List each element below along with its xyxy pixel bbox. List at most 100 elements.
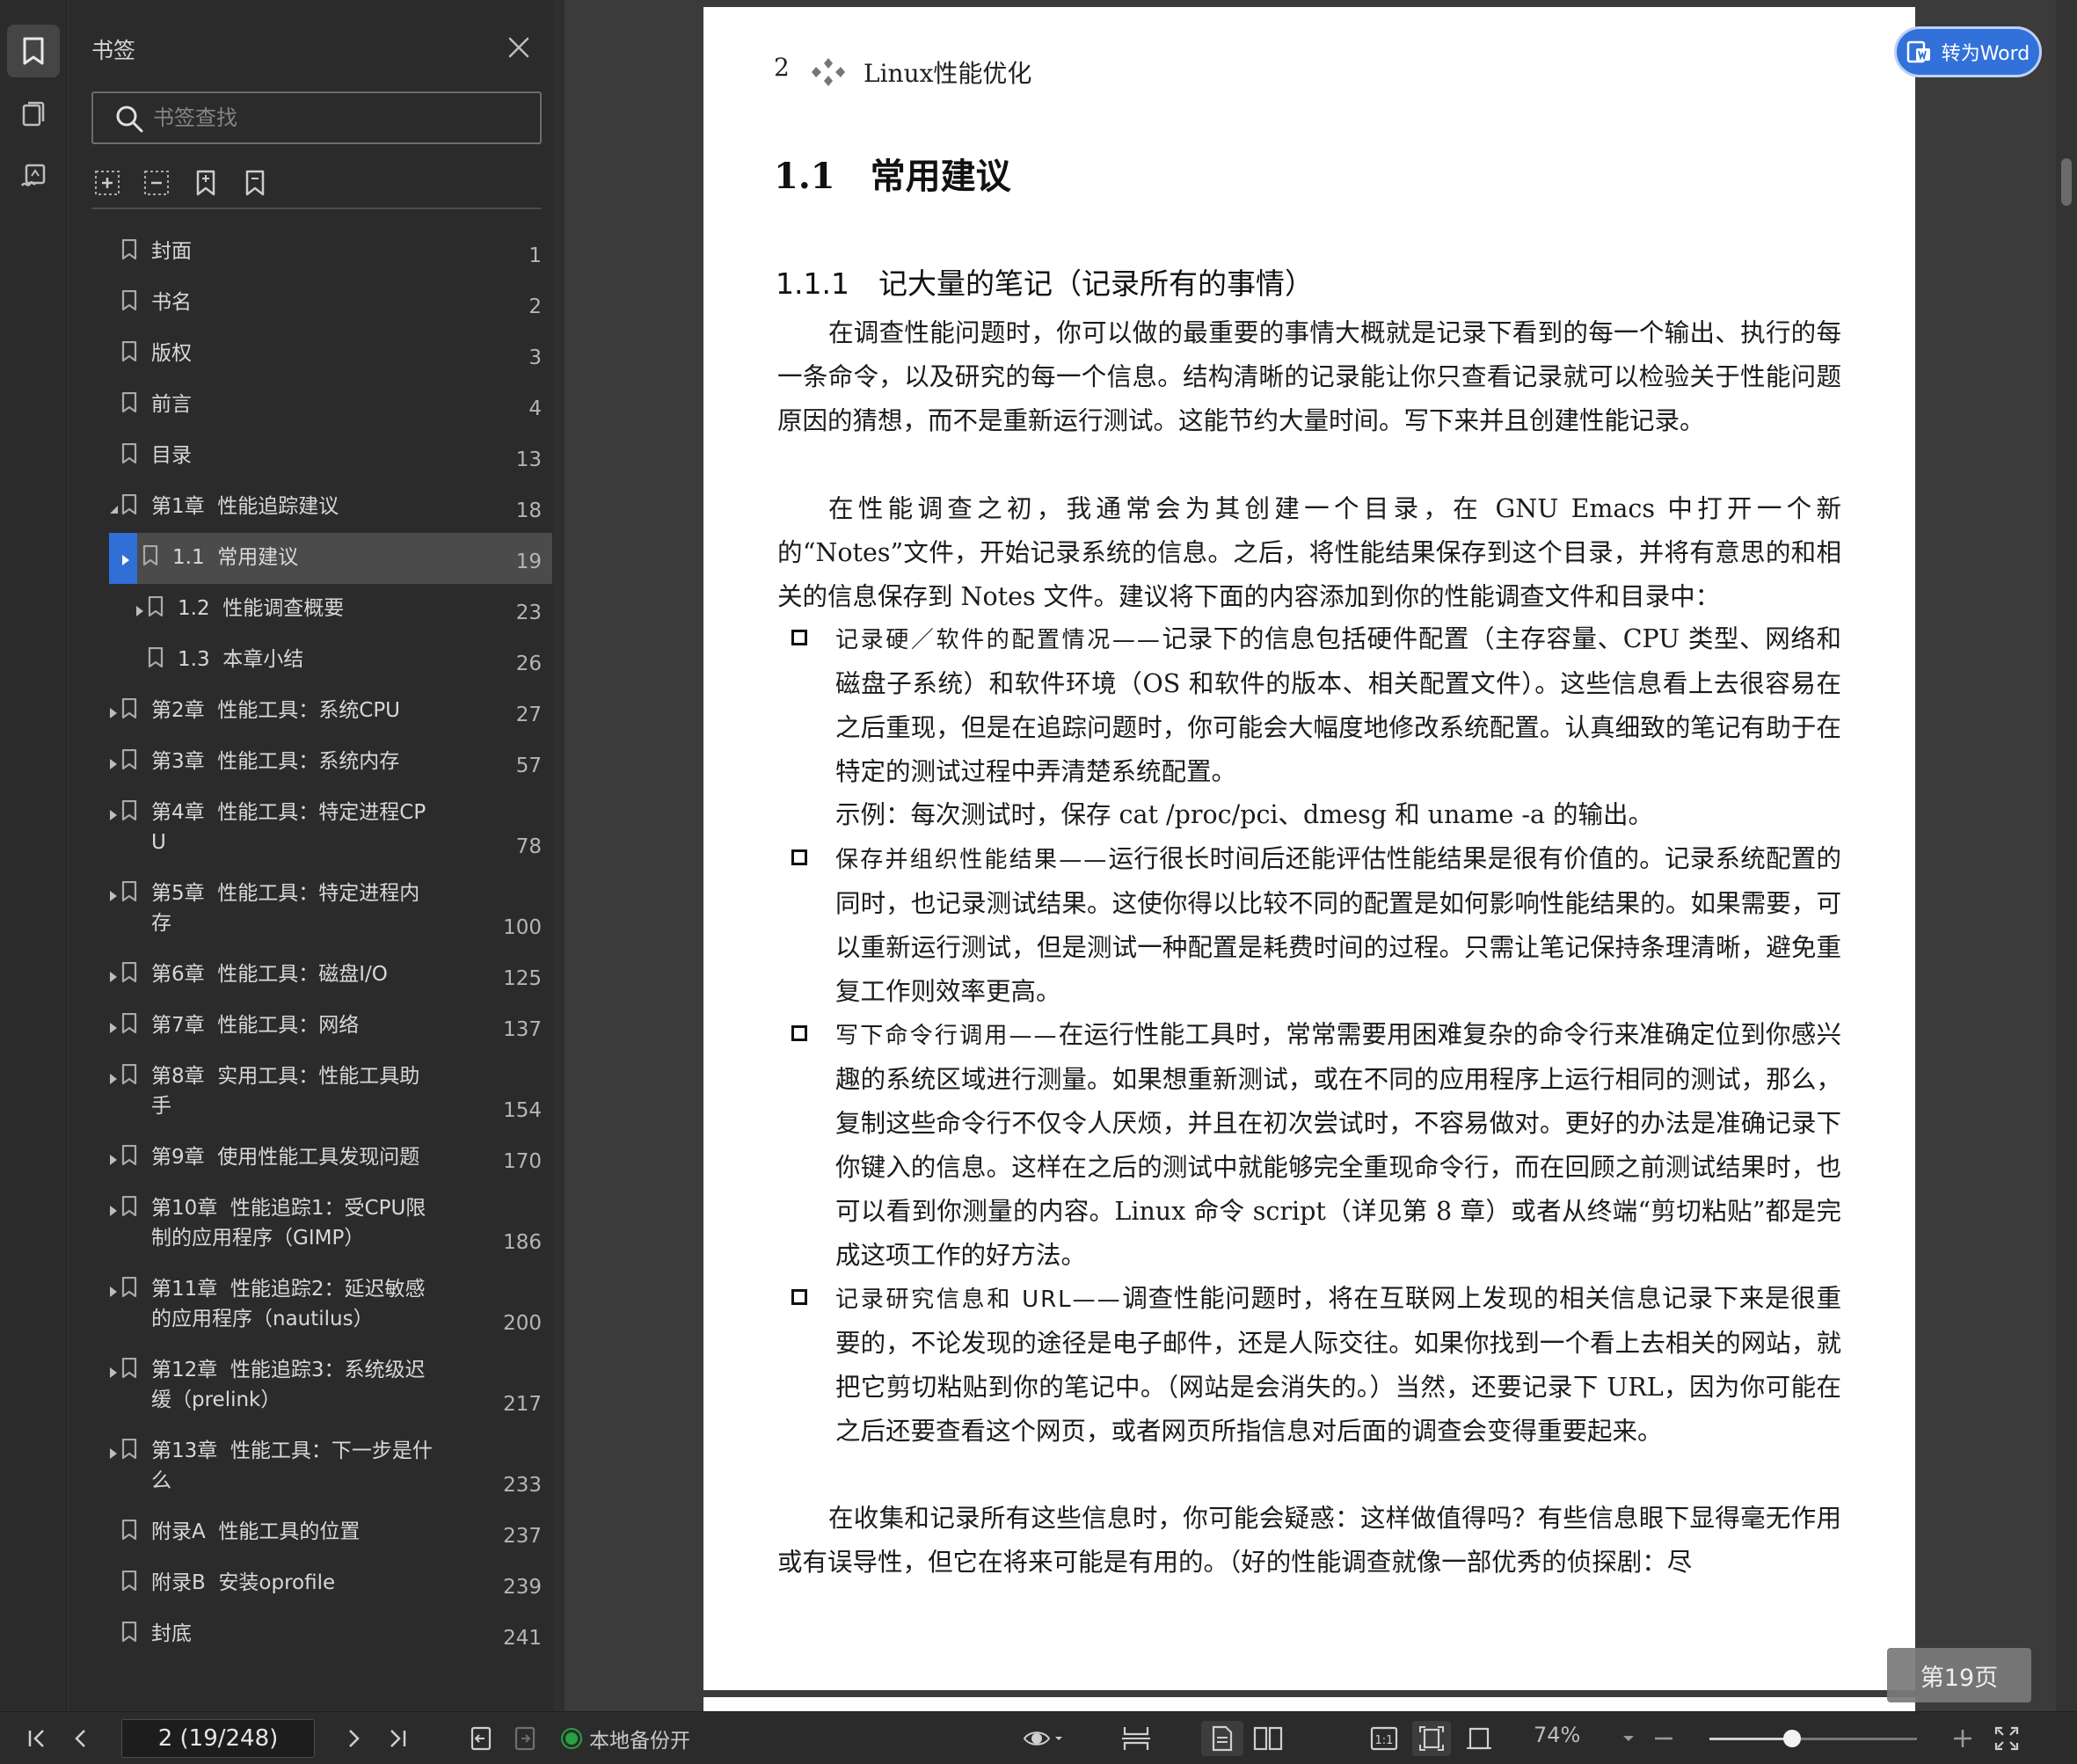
bookmark-icon — [121, 1621, 137, 1643]
previous-page-icon[interactable] — [63, 1721, 98, 1756]
bookmark-label: 第13章 性能工具：下一步是什 么 — [151, 1440, 433, 1492]
bookmarks-tab-icon[interactable] — [7, 25, 60, 77]
bookmark-item[interactable]: 第3章 性能工具：系统内存 57 — [69, 737, 552, 788]
zoom-in-icon[interactable] — [1945, 1721, 1980, 1756]
bookmark-item[interactable]: 第6章 性能工具：磁盘I/O 125 — [69, 950, 552, 1001]
bookmark-item[interactable]: 第11章 性能追踪2：延迟敏感 的应用程序（nautilus） 200 — [69, 1265, 552, 1345]
local-backup-status[interactable]: 本地备份开 — [563, 1724, 690, 1753]
bookmark-item[interactable]: 第4章 性能工具：特定进程CP U 78 — [69, 788, 552, 869]
bookmark-page-number: 27 — [515, 703, 542, 726]
fullscreen-icon[interactable] — [1989, 1721, 2024, 1756]
close-icon[interactable] — [505, 33, 533, 62]
fit-page-icon[interactable] — [1412, 1721, 1451, 1756]
bookmark-item[interactable]: 1.1 常用建议 19 — [109, 533, 552, 584]
paragraph-3: 在收集和记录所有这些信息时，你可能会疑惑：这样做值得吗？有些信息眼下显得毫无作用… — [777, 1504, 1841, 1577]
bookmark-item[interactable]: 第7章 性能工具：网络 137 — [69, 1001, 552, 1052]
bookmark-item[interactable]: 第13章 性能工具：下一步是什 么 233 — [69, 1426, 552, 1507]
bullet-2-lead: 保存并组织性能结果—— — [835, 847, 1109, 873]
next-page-icon[interactable] — [336, 1721, 371, 1756]
document-scrollbar[interactable] — [2056, 0, 2077, 1711]
expand-arrow-icon[interactable] — [120, 549, 132, 565]
expand-arrow-icon[interactable] — [107, 966, 120, 982]
expand-arrow-icon[interactable] — [107, 1442, 120, 1459]
expand-arrow-icon[interactable] — [107, 1068, 120, 1084]
bookmark-item[interactable]: 第12章 性能追踪3：系统级迟 缓（prelink） 217 — [69, 1345, 552, 1426]
zoom-level[interactable]: 74% — [1534, 1723, 1580, 1747]
go-forward-icon[interactable] — [508, 1721, 543, 1756]
expand-all-icon[interactable] — [91, 167, 127, 202]
bookmark-page-number: 13 — [515, 448, 542, 471]
bookmark-page-number: 237 — [503, 1525, 542, 1548]
bullet-4-lead: 记录研究信息和 URL—— — [835, 1287, 1122, 1313]
expand-arrow-icon[interactable] — [107, 1361, 120, 1378]
bookmark-item[interactable]: 1.2 性能调查概要 23 — [69, 584, 552, 635]
bookmark-item[interactable]: 第9章 使用性能工具发现问题 170 — [69, 1133, 552, 1184]
expand-arrow-icon[interactable] — [107, 804, 120, 820]
double-page-icon[interactable] — [1247, 1721, 1289, 1756]
convert-to-word-label: 转为Word — [1941, 43, 2030, 65]
signature-tab-icon[interactable] — [7, 149, 60, 202]
fit-width-icon[interactable] — [1460, 1721, 1498, 1756]
bookmark-item[interactable]: 第5章 性能工具：特定进程内 存 100 — [69, 869, 552, 950]
bookmark-icon — [148, 595, 164, 617]
expand-arrow-icon[interactable] — [134, 600, 146, 616]
backup-label: 本地备份开 — [589, 1730, 690, 1753]
go-back-icon[interactable] — [464, 1721, 499, 1756]
panel-scrollbar[interactable] — [554, 0, 565, 1711]
bookmark-item[interactable]: 书名 2 — [69, 278, 552, 329]
bookmark-item[interactable]: 目录 13 — [69, 431, 552, 482]
bookmark-item[interactable]: 封面 1 — [69, 227, 552, 278]
first-page-icon[interactable] — [19, 1721, 55, 1756]
bookmark-page-number: 154 — [503, 1099, 542, 1122]
bookmark-item[interactable]: 第8章 实用工具：性能工具助 手 154 — [69, 1052, 552, 1133]
bookmark-item[interactable]: 第1章 性能追踪建议 18 — [69, 482, 552, 533]
page-number-field[interactable]: 2 (19/248) — [121, 1719, 315, 1758]
eye-care-mode-icon[interactable] — [1017, 1721, 1069, 1756]
bookmark-item[interactable]: 附录B 安装oprofile 239 — [69, 1558, 552, 1609]
expand-arrow-icon[interactable] — [107, 885, 120, 901]
bookmark-label: 附录B 安装oprofile — [151, 1571, 336, 1594]
expand-arrow-icon[interactable] — [107, 702, 120, 718]
expand-arrow-icon[interactable] — [107, 1199, 120, 1216]
thumbnails-tab-icon[interactable] — [7, 88, 60, 141]
svg-text:1:1: 1:1 — [1375, 1734, 1394, 1747]
expand-arrow-icon[interactable] — [107, 1017, 120, 1033]
zoom-slider[interactable] — [1709, 1730, 1917, 1747]
bookmark-item[interactable]: 第10章 性能追踪1：受CPU限 制的应用程序（GIMP） 186 — [69, 1184, 552, 1265]
bookmark-item[interactable]: 第2章 性能工具：系统CPU 27 — [69, 686, 552, 737]
bookmark-icon — [121, 880, 137, 902]
bullet-2: 保存并组织性能结果——运行很长时间后还能评估性能结果是很有价值的。记录系统配置的… — [835, 837, 1841, 1014]
zoom-slider-thumb[interactable] — [1783, 1730, 1802, 1747]
bookmark-item[interactable]: 版权 3 — [69, 329, 552, 380]
search-input[interactable] — [153, 102, 522, 134]
page-number: 2 — [774, 53, 790, 82]
convert-to-word-button[interactable]: 转为Word — [1894, 26, 2042, 77]
bookmark-label: 1.2 性能调查概要 — [178, 597, 345, 620]
expand-arrow-icon[interactable] — [107, 1280, 120, 1297]
add-bookmark-icon[interactable] — [190, 167, 225, 202]
page-indicator-badge: 第19页 — [1887, 1648, 2031, 1702]
collapse-all-icon[interactable] — [141, 167, 176, 202]
zoom-out-icon[interactable] — [1646, 1721, 1681, 1756]
document-viewport[interactable]: 2 Linux性能优化 1.1 常用建议 1.1.1 记大量的笔记（记录所有的事… — [565, 0, 2077, 1711]
last-page-icon[interactable] — [380, 1721, 415, 1756]
bookmark-label: 前言 — [151, 393, 192, 416]
single-page-icon[interactable] — [1201, 1721, 1243, 1756]
bookmark-label: 第5章 性能工具：特定进程内 存 — [151, 882, 420, 935]
scrollbar-thumb[interactable] — [2061, 158, 2072, 206]
expand-arrow-icon[interactable] — [107, 1148, 120, 1165]
bookmark-item[interactable]: 封底 241 — [69, 1609, 552, 1660]
bookmark-panel: 书签 封面1书名2版权3前言4目录13第1章 性能追踪建议181.1 — [69, 0, 565, 1711]
bookmark-label: 第8章 实用工具：性能工具助 手 — [151, 1065, 420, 1118]
bookmark-item[interactable]: 前言 4 — [69, 380, 552, 431]
bookmark-item[interactable]: 附录A 性能工具的位置 237 — [69, 1507, 552, 1558]
bookmark-icon — [121, 340, 137, 362]
expand-arrow-icon[interactable] — [107, 753, 120, 769]
remove-bookmark-icon[interactable] — [239, 167, 274, 202]
zoom-dropdown-icon[interactable] — [1616, 1721, 1641, 1756]
actual-size-icon[interactable]: 1:1 — [1365, 1721, 1403, 1756]
collapse-arrow-icon[interactable] — [107, 498, 120, 514]
continuous-scroll-icon[interactable] — [1115, 1721, 1157, 1756]
bookmark-item[interactable]: 1.3 本章小结 26 — [69, 635, 552, 686]
bookmark-icon — [121, 1519, 137, 1541]
